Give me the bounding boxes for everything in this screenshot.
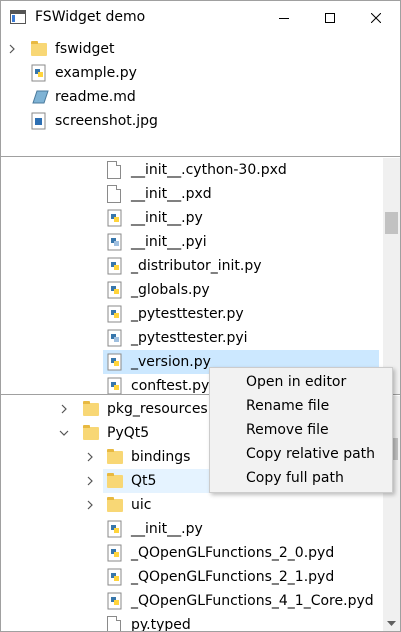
python-file-icon [107,568,123,586]
tree-row-label: PyQt5 [107,425,150,441]
tree-row-file[interactable]: _QOpenGLFunctions_4_1_Core.pyd [1,589,383,613]
tree-row-screenshot-jpg[interactable]: screenshot.jpg [1,109,400,133]
chevron-right-icon[interactable] [85,500,95,510]
tree-row-label: __init__.cython-30.pxd [131,162,287,178]
scroll-down-button[interactable] [383,615,400,631]
scrollbar-thumb[interactable] [385,212,398,234]
python-file-icon [107,377,123,394]
tree-row-file[interactable]: __init__.pyi [1,230,383,254]
tree-row-label: _pytesttester.pyi [131,330,248,346]
splitter[interactable] [1,156,400,157]
tree-row-label: Qt5 [131,473,157,489]
tree-row-example-py[interactable]: example.py [1,61,400,85]
python-file-icon [107,209,123,227]
minimize-icon [279,17,289,19]
python-file-icon [107,353,123,371]
python-stub-file-icon [107,233,123,251]
window-title: FSWidget demo [35,9,146,25]
menu-item-remove-file[interactable]: Remove file [210,418,392,442]
tree-row-file[interactable]: _globals.py [1,278,383,302]
file-icon [107,161,123,179]
folder-icon [83,400,99,418]
tree-row-label: _globals.py [131,282,210,298]
tree-row-label: readme.md [55,89,136,105]
tree-row-label: __init__.py [131,210,203,226]
minimize-button[interactable] [261,1,307,34]
tree-row-label: _version.py [131,354,211,370]
folder-icon [107,472,123,490]
tree-row-folder-hover[interactable]: Qt5 [103,469,209,493]
python-file-icon [107,305,123,323]
tree-row-readme-md[interactable]: readme.md [1,85,400,109]
folder-icon [83,424,99,442]
vertical-scrollbar[interactable] [383,158,400,394]
python-stub-file-icon [107,329,123,347]
tree-row-label: pkg_resources [107,401,208,417]
tree-row-file[interactable]: _QOpenGLFunctions_2_0.pyd [1,541,383,565]
tree-row-label: example.py [55,65,137,81]
tree-row-label: py.typed [131,617,191,632]
tree-row-label: uic [131,497,152,513]
close-icon [371,12,381,23]
menu-item-copy-full-path[interactable]: Copy full path [210,466,392,490]
tree-row-folder[interactable]: uic [1,493,383,517]
menu-item-copy-relative-path[interactable]: Copy relative path [210,442,392,466]
tree-row-label: bindings [131,449,191,465]
chevron-right-icon[interactable] [59,404,69,414]
maximize-icon [325,12,335,23]
tree-row-file[interactable]: _distributor_init.py [1,254,383,278]
tree-row-label: _QOpenGLFunctions_2_1.pyd [131,569,335,585]
python-file-icon [107,592,123,610]
tree-row-file[interactable]: __init__.py [1,206,383,230]
python-file-icon [107,520,123,538]
tree-row-fswidget[interactable]: fswidget [1,37,400,61]
chevron-right-icon[interactable] [85,452,95,462]
tree-view-top[interactable]: fswidget example.py readme.md screenshot… [1,35,400,156]
tree-row-label: _pytesttester.py [131,306,244,322]
markdown-file-icon [31,88,49,106]
tree-row-file[interactable]: __init__.py [1,517,383,541]
tree-row-file[interactable]: _pytesttester.py [1,302,383,326]
python-file-icon [107,544,123,562]
file-icon [107,616,123,631]
file-icon [107,185,123,203]
scroll-down-arrow-icon [387,620,396,626]
context-menu: Open in editor Rename file Remove file C… [209,367,393,493]
tree-row-file[interactable]: _QOpenGLFunctions_2_1.pyd [1,565,383,589]
tree-row-label: fswidget [55,41,115,57]
image-file-icon [31,112,47,130]
tree-row-label: conftest.py [131,378,210,394]
tree-row-file[interactable]: py.typed [1,613,383,632]
menu-item-rename-file[interactable]: Rename file [210,394,392,418]
tree-row-label: __init__.pyi [131,234,207,250]
menu-item-open-in-editor[interactable]: Open in editor [210,370,392,394]
chevron-right-icon[interactable] [85,476,95,486]
maximize-button[interactable] [307,1,353,34]
tree-row-label: _distributor_init.py [131,258,262,274]
python-file-icon [107,281,123,299]
tree-row-label: screenshot.jpg [55,113,158,129]
python-file-icon [31,64,47,82]
tree-row-label: __init__.py [131,521,203,537]
tree-row-file[interactable]: __init__.pxd [1,182,383,206]
chevron-right-icon[interactable] [7,44,17,54]
tree-row-label: _QOpenGLFunctions_2_0.pyd [131,545,335,561]
app-window: FSWidget demo fswidget example.py readme… [0,0,401,632]
app-window-icon [10,10,26,24]
chevron-down-icon[interactable] [59,428,69,438]
folder-icon [107,496,123,514]
close-button[interactable] [353,1,399,34]
tree-row-file[interactable]: _pytesttester.pyi [1,326,383,350]
title-bar[interactable]: FSWidget demo [1,1,400,34]
tree-row-label: _QOpenGLFunctions_4_1_Core.pyd [131,593,374,609]
folder-icon [107,448,123,466]
tree-row-label: __init__.pxd [131,186,212,202]
folder-icon [31,40,47,58]
python-file-icon [107,257,123,275]
tree-view-middle[interactable]: __init__.cython-30.pxd __init__.pxd __in… [1,158,400,394]
tree-row-file[interactable]: __init__.cython-30.pxd [1,158,383,182]
